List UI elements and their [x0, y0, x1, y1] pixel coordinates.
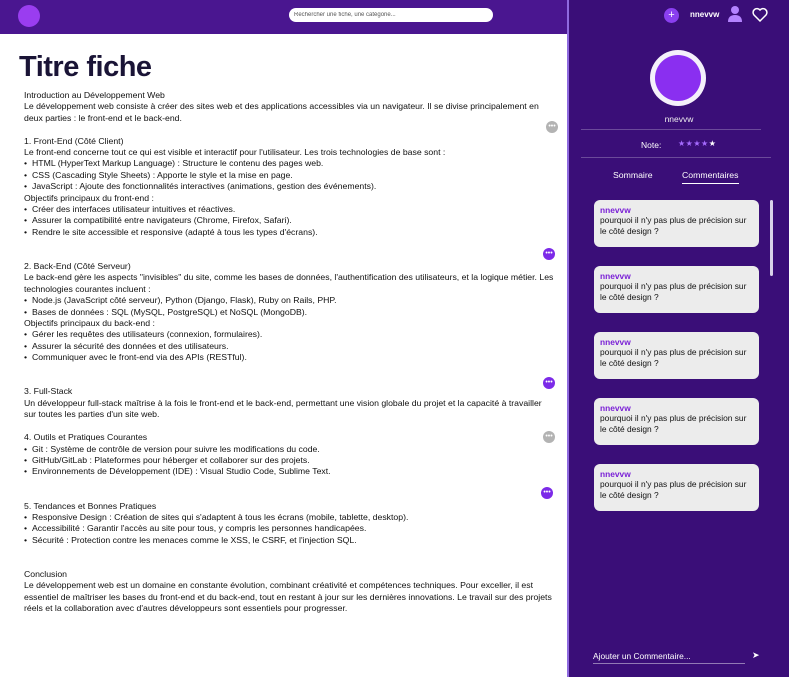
list-item: Accessibilité : Garantir l'accès au site…: [24, 523, 554, 535]
list-item: Responsive Design : Création de sites qu…: [24, 512, 554, 524]
heart-icon[interactable]: [752, 7, 768, 22]
top-bar: [0, 0, 567, 34]
section-heading: Conclusion: [24, 568, 67, 579]
send-icon[interactable]: ➤: [752, 650, 760, 661]
list-item: HTML (HyperText Markup Language) : Struc…: [24, 158, 554, 170]
comment-card[interactable]: nnevvw pourquoi il n'y pas plus de préci…: [594, 464, 759, 511]
star-icon: ★: [708, 139, 717, 148]
comment-card[interactable]: nnevvw pourquoi il n'y pas plus de préci…: [594, 200, 759, 247]
list-item: JavaScript : Ajoute des fonctionnalités …: [24, 181, 554, 193]
tab-sommaire[interactable]: Sommaire: [613, 170, 653, 180]
star-icon: ★: [693, 139, 702, 148]
subheading: Objectifs principaux du front-end :: [24, 192, 154, 203]
paragraph: Le développement web consiste à créer de…: [24, 101, 539, 123]
paragraph: Un développeur full-stack maîtrise à la …: [24, 397, 542, 420]
user-icon[interactable]: [728, 5, 742, 23]
header-username[interactable]: nnevvw: [690, 10, 719, 19]
bullet-list: Node.js (JavaScript côté serveur), Pytho…: [24, 295, 554, 318]
comment-author: nnevvw: [600, 337, 631, 347]
comment-text: pourquoi il n'y pas plus de précision su…: [600, 281, 747, 302]
comment-card[interactable]: nnevvw pourquoi il n'y pas plus de préci…: [594, 332, 759, 379]
bullet-list: Responsive Design : Création de sites qu…: [24, 512, 554, 547]
divider: [581, 129, 761, 130]
list-item: Communiquer avec le front-end via des AP…: [24, 352, 554, 364]
paragraph: Le front-end concerne tout ce qui est vi…: [24, 147, 446, 158]
avatar-image: [655, 55, 701, 101]
comment-card[interactable]: nnevvw pourquoi il n'y pas plus de préci…: [594, 398, 759, 445]
comment-marker-icon[interactable]: •••: [543, 248, 555, 260]
comments-list: nnevvw pourquoi il n'y pas plus de préci…: [594, 200, 760, 530]
divider: [581, 157, 771, 158]
comment-author: nnevvw: [600, 403, 631, 413]
profile-name: nnevvw: [664, 114, 694, 124]
comment-text: pourquoi il n'y pas plus de précision su…: [600, 347, 747, 368]
comment-author: nnevvw: [600, 469, 631, 479]
add-button[interactable]: +: [664, 8, 679, 23]
bullet-list: HTML (HyperText Markup Language) : Struc…: [24, 158, 554, 193]
list-item: CSS (Cascading Style Sheets) : Apporte l…: [24, 170, 554, 182]
section-heading: 4. Outils et Pratiques Courantes: [24, 432, 148, 443]
paragraph: Le back-end gère les aspects "invisibles…: [24, 272, 554, 294]
list-item: Node.js (JavaScript côté serveur), Pytho…: [24, 295, 554, 307]
rating-stars: ★★★★★: [678, 139, 716, 148]
list-item: Gérer les requêtes des utilisateurs (con…: [24, 329, 554, 341]
section-heading: 3. Full-Stack: [24, 386, 73, 397]
comment-marker-icon[interactable]: •••: [541, 487, 553, 499]
avatar: [650, 50, 706, 106]
comment-card[interactable]: nnevvw pourquoi il n'y pas plus de préci…: [594, 266, 759, 313]
comment-text: pourquoi il n'y pas plus de précision su…: [600, 413, 747, 434]
list-item: Sécurité : Protection contre les menaces…: [24, 535, 554, 547]
fiche-content: Introduction au Développement Web Le dév…: [24, 90, 554, 615]
bullet-list: Gérer les requêtes des utilisateurs (con…: [24, 329, 554, 364]
section-heading: Introduction au Développement Web: [24, 90, 165, 100]
note-label: Note:: [641, 140, 662, 150]
list-item: Bases de données : SQL (MySQL, PostgreSQ…: [24, 307, 554, 319]
add-comment-input[interactable]: [593, 651, 745, 664]
list-item: Assurer la sécurité des données et des u…: [24, 341, 554, 353]
comment-text: pourquoi il n'y pas plus de précision su…: [600, 479, 747, 500]
comments-panel: + nnevvw nnevvw Note: ★★★★★ Sommaire Com…: [569, 0, 789, 677]
logo-icon[interactable]: [18, 5, 40, 27]
paragraph: Le développement web est un domaine en c…: [24, 580, 552, 614]
star-icon: ★: [678, 139, 686, 148]
list-item: Environnements de Développement (IDE) : …: [24, 466, 554, 478]
comment-text: pourquoi il n'y pas plus de précision su…: [600, 215, 747, 236]
list-item: GitHub/GitLab : Plateformes pour héberge…: [24, 455, 554, 467]
comment-marker-icon[interactable]: •••: [546, 121, 558, 133]
bullet-list: Créer des interfaces utilisateur intuiti…: [24, 204, 554, 239]
tab-commentaires[interactable]: Commentaires: [682, 170, 739, 184]
list-item: Assurer la compatibilité entre navigateu…: [24, 215, 554, 227]
comments-scrollbar[interactable]: [770, 200, 773, 276]
subheading: Objectifs principaux du back-end :: [24, 318, 155, 329]
list-item: Git : Système de contrôle de version pou…: [24, 444, 554, 456]
comment-author: nnevvw: [600, 271, 631, 281]
main-content: Titre fiche Introduction au Développemen…: [0, 34, 567, 677]
comment-marker-icon[interactable]: •••: [543, 377, 555, 389]
search-input[interactable]: [289, 8, 493, 22]
comment-marker-icon[interactable]: •••: [543, 431, 555, 443]
section-heading: 5. Tendances et Bonnes Pratiques: [24, 500, 157, 511]
star-icon: ★: [701, 139, 709, 148]
page-title: Titre fiche: [19, 51, 152, 83]
section-heading: 1. Front-End (Côté Client): [24, 135, 124, 146]
list-item: Rendre le site accessible et responsive …: [24, 227, 554, 239]
comment-author: nnevvw: [600, 205, 631, 215]
section-heading: 2. Back-End (Côté Serveur): [24, 261, 131, 272]
list-item: Créer des interfaces utilisateur intuiti…: [24, 204, 554, 216]
bullet-list: Git : Système de contrôle de version pou…: [24, 444, 554, 479]
